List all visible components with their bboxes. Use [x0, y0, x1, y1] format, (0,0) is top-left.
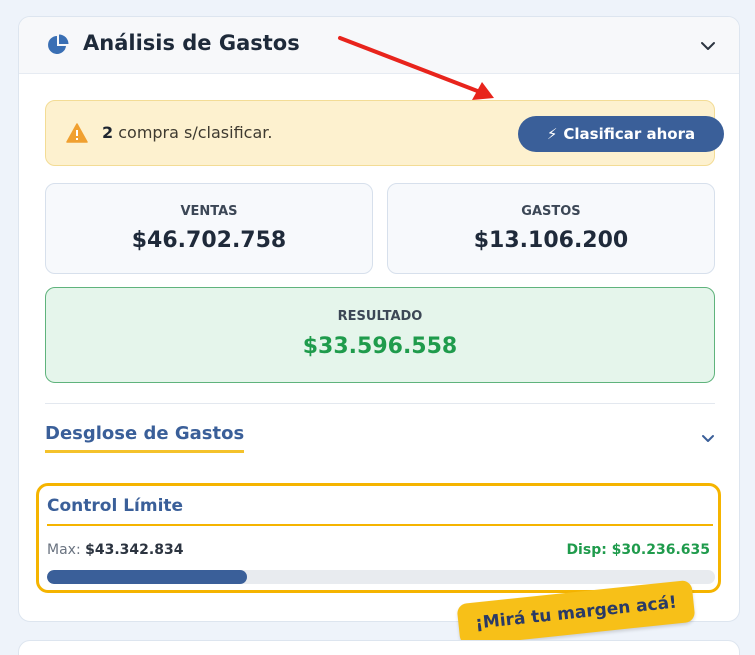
sales-stat: VENTAS $46.702.758: [45, 183, 373, 274]
chevron-down-icon[interactable]: [699, 429, 717, 447]
limit-available: Disp: $30.236.635: [566, 542, 710, 558]
result-label: RESULTADO: [337, 309, 423, 324]
classify-now-label: Clasificar ahora: [563, 125, 696, 143]
next-card: [18, 640, 740, 655]
limit-progress-fill: [47, 570, 248, 584]
alert-message: compra s/clasificar.: [113, 123, 273, 142]
annotation-arrow: [338, 36, 494, 100]
classify-now-button[interactable]: ⚡ Clasificar ahora: [518, 116, 724, 152]
limit-progress-bar: [47, 570, 715, 584]
result-stat: RESULTADO $33.596.558: [45, 287, 715, 383]
expenses-label: GASTOS: [521, 204, 581, 219]
limit-control: Control Límite Max: $43.342.834 Disp: $3…: [36, 483, 721, 593]
limit-max: Max: $43.342.834: [47, 542, 183, 558]
sales-value: $46.702.758: [131, 228, 287, 253]
limit-title: Control Límite: [47, 496, 713, 526]
alert-text: 2 compra s/clasificar.: [102, 123, 272, 142]
sales-label: VENTAS: [180, 204, 238, 219]
bolt-icon: ⚡: [546, 125, 558, 143]
pie-chart-icon: [48, 34, 69, 54]
limit-max-label: Max:: [47, 542, 86, 558]
expenses-value: $13.106.200: [473, 228, 629, 253]
warning-icon: [66, 123, 88, 143]
unclassified-count: 2: [102, 123, 114, 142]
chevron-down-icon[interactable]: [699, 37, 717, 55]
unclassified-alert: 2 compra s/clasificar. ⚡ Clasificar ahora: [45, 100, 724, 166]
result-value: $33.596.558: [302, 334, 458, 359]
expenses-stat: GASTOS $13.106.200: [387, 183, 715, 274]
card-title: Análisis de Gastos: [83, 31, 300, 55]
expense-breakdown-toggle[interactable]: Desglose de Gastos: [45, 423, 245, 453]
divider: [45, 403, 715, 404]
limit-max-value: $43.342.834: [85, 542, 184, 558]
